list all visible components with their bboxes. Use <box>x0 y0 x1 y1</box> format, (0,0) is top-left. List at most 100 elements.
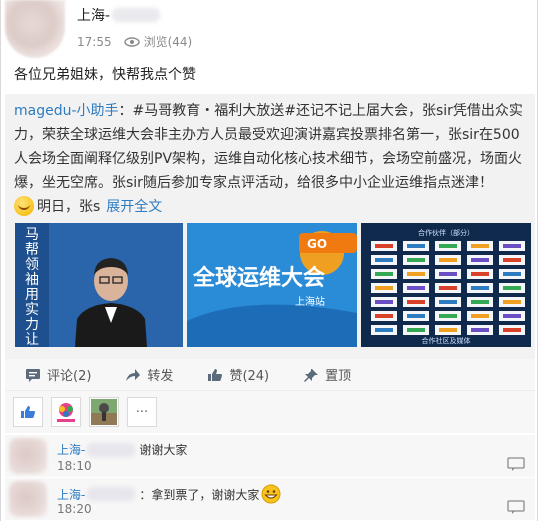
views-count: 浏览(44) <box>143 35 193 49</box>
comment-text: 谢谢大家 <box>139 443 188 457</box>
comment-text-value: ：拿到票了，谢谢大家 <box>139 487 260 502</box>
image-2-subtitle: 上海站 <box>295 295 325 308</box>
partner-logo-mark <box>375 244 393 248</box>
partner-logo-mark <box>375 258 393 262</box>
poster-name-blur <box>112 8 161 22</box>
expand-full-text-link[interactable]: 展开全文 <box>106 196 162 216</box>
liker-logo <box>53 399 79 425</box>
comment-line: 上海- ：拿到票了，谢谢大家 <box>57 484 281 504</box>
partner-logo-mark <box>439 300 457 304</box>
partner-logo-mark <box>471 272 489 276</box>
poster-name-text[interactable]: 上海- <box>77 5 110 25</box>
comment-button[interactable]: 评论(2) <box>25 365 91 384</box>
more-likers-button[interactable]: ··· <box>127 397 157 427</box>
partner-logo-mark <box>439 272 457 276</box>
partner-logo-mark <box>471 328 489 332</box>
thumbs-up-icon <box>21 406 35 418</box>
partner-logo-mark <box>503 258 521 262</box>
shared-image-2[interactable]: GO 全球运维大会 上海站 <box>187 223 357 347</box>
shared-image-1[interactable]: 马帮领袖用实力让技术 <box>15 223 183 347</box>
commenter-name[interactable]: 上海- <box>57 486 85 503</box>
eye-icon <box>123 36 140 47</box>
reply-icon[interactable] <box>507 500 525 514</box>
partner-logo-mark <box>439 314 457 318</box>
comment-text: ：拿到票了，谢谢大家 <box>139 484 281 504</box>
shared-post-card[interactable]: magedu-小助手：#马哥教育・福利大放送#还记不记上届大会，张sir凭借出众… <box>5 94 535 359</box>
shared-more-text: 明日，张s <box>37 199 101 215</box>
partner-logo-mark <box>375 328 393 332</box>
partner-logo-mark <box>407 244 425 248</box>
commenter-name-blur <box>87 442 136 457</box>
partner-logo-mark <box>471 314 489 318</box>
partner-logo-mark <box>471 286 489 290</box>
like-thumb-box[interactable] <box>13 397 43 427</box>
comment-time: 18:20 <box>57 502 92 516</box>
shared-author-link[interactable]: magedu-小助手 <box>14 103 119 119</box>
shared-post-text: magedu-小助手：#马哥教育・福利大放送#还记不记上届大会，张sir凭借出众… <box>14 99 524 195</box>
reply-icon[interactable] <box>507 457 525 471</box>
comment-icon <box>26 368 40 382</box>
commenter-name-blur <box>87 487 136 501</box>
partner-logo-mark <box>375 272 393 276</box>
poster-avatar[interactable] <box>5 0 65 58</box>
forward-icon <box>126 368 141 381</box>
speaker-photo: 马帮领袖用实力让技术 <box>15 223 183 347</box>
conference-banner: GO 全球运维大会 上海站 <box>187 223 357 347</box>
more-likers-label: ··· <box>135 404 149 420</box>
like-button[interactable]: 赞(24) <box>207 365 269 384</box>
partner-logo-mark <box>503 300 521 304</box>
commenter-name[interactable]: 上海- <box>57 441 85 458</box>
commenter-avatar[interactable] <box>9 481 47 517</box>
svg-text:GO: GO <box>307 237 327 251</box>
partner-logo-mark <box>407 272 425 276</box>
shared-image-3[interactable]: 合作伙伴（部分） 合作社区及媒体 <box>361 223 531 347</box>
partner-logo-mark <box>375 300 393 304</box>
liker-avatar-1[interactable] <box>51 397 81 427</box>
comment-line: 上海- 谢谢大家 <box>57 441 187 458</box>
author-separator: ： <box>118 103 133 119</box>
liker-avatar-2[interactable] <box>89 397 119 427</box>
forward-button[interactable]: 转发 <box>125 365 173 384</box>
image-3-footer: 合作社区及媒体 <box>422 336 471 345</box>
shared-more-line: 明日，张s 展开全文 <box>14 196 162 216</box>
partner-logo-mark <box>503 244 521 248</box>
partner-logo-mark <box>439 258 457 262</box>
partner-logo-mark <box>407 328 425 332</box>
post-time: 17:55 <box>77 34 112 49</box>
action-bar: 评论(2) 转发 赞(24) 置顶 <box>5 359 535 391</box>
comment-label: 评论(2) <box>47 369 92 384</box>
poster-name[interactable]: 上海- <box>77 5 161 25</box>
partner-logo-mark <box>439 328 457 332</box>
partner-logo-mark <box>439 244 457 248</box>
like-icon <box>208 368 223 381</box>
partner-logo-mark <box>503 328 521 332</box>
laugh-emoji-icon <box>14 196 34 216</box>
status-text: 各位兄弟姐妹，快帮我点个赞 <box>14 67 196 83</box>
grin-emoji-icon <box>261 484 281 504</box>
liker-photo <box>91 399 117 425</box>
partner-logo-mark <box>503 272 521 276</box>
partner-logo-mark <box>407 258 425 262</box>
post-meta: 17:55 浏览(44) <box>77 33 192 50</box>
commenter-avatar[interactable] <box>9 438 47 474</box>
pin-label: 置顶 <box>325 369 352 384</box>
partner-logo-mark <box>503 286 521 290</box>
likers-row: ··· <box>5 391 535 433</box>
image-3-title: 合作伙伴（部分） <box>418 228 474 237</box>
partner-logo-mark <box>407 286 425 290</box>
pin-icon <box>304 368 319 382</box>
partner-logo-mark <box>407 314 425 318</box>
like-label: 赞(24) <box>229 369 270 384</box>
partner-logo-mark <box>407 300 425 304</box>
comment-time: 18:10 <box>57 459 92 473</box>
weibo-feed: 上海- 17:55 浏览(44) 各位兄弟姐妹，快帮我点个赞 magedu-小助… <box>0 0 538 521</box>
comment-item-2: 上海- ：拿到票了，谢谢大家 18:20 <box>5 478 535 520</box>
partner-logo-mark <box>471 244 489 248</box>
partner-logo-mark <box>375 314 393 318</box>
pin-button[interactable]: 置顶 <box>303 365 351 384</box>
image-1-vertical-text: 马帮领袖用实力让技术 <box>25 227 39 347</box>
forward-label: 转发 <box>147 369 174 384</box>
partner-logo-mark <box>471 258 489 262</box>
comment-item-1: 上海- 谢谢大家 18:10 <box>5 435 535 477</box>
partner-logo-mark <box>503 314 521 318</box>
